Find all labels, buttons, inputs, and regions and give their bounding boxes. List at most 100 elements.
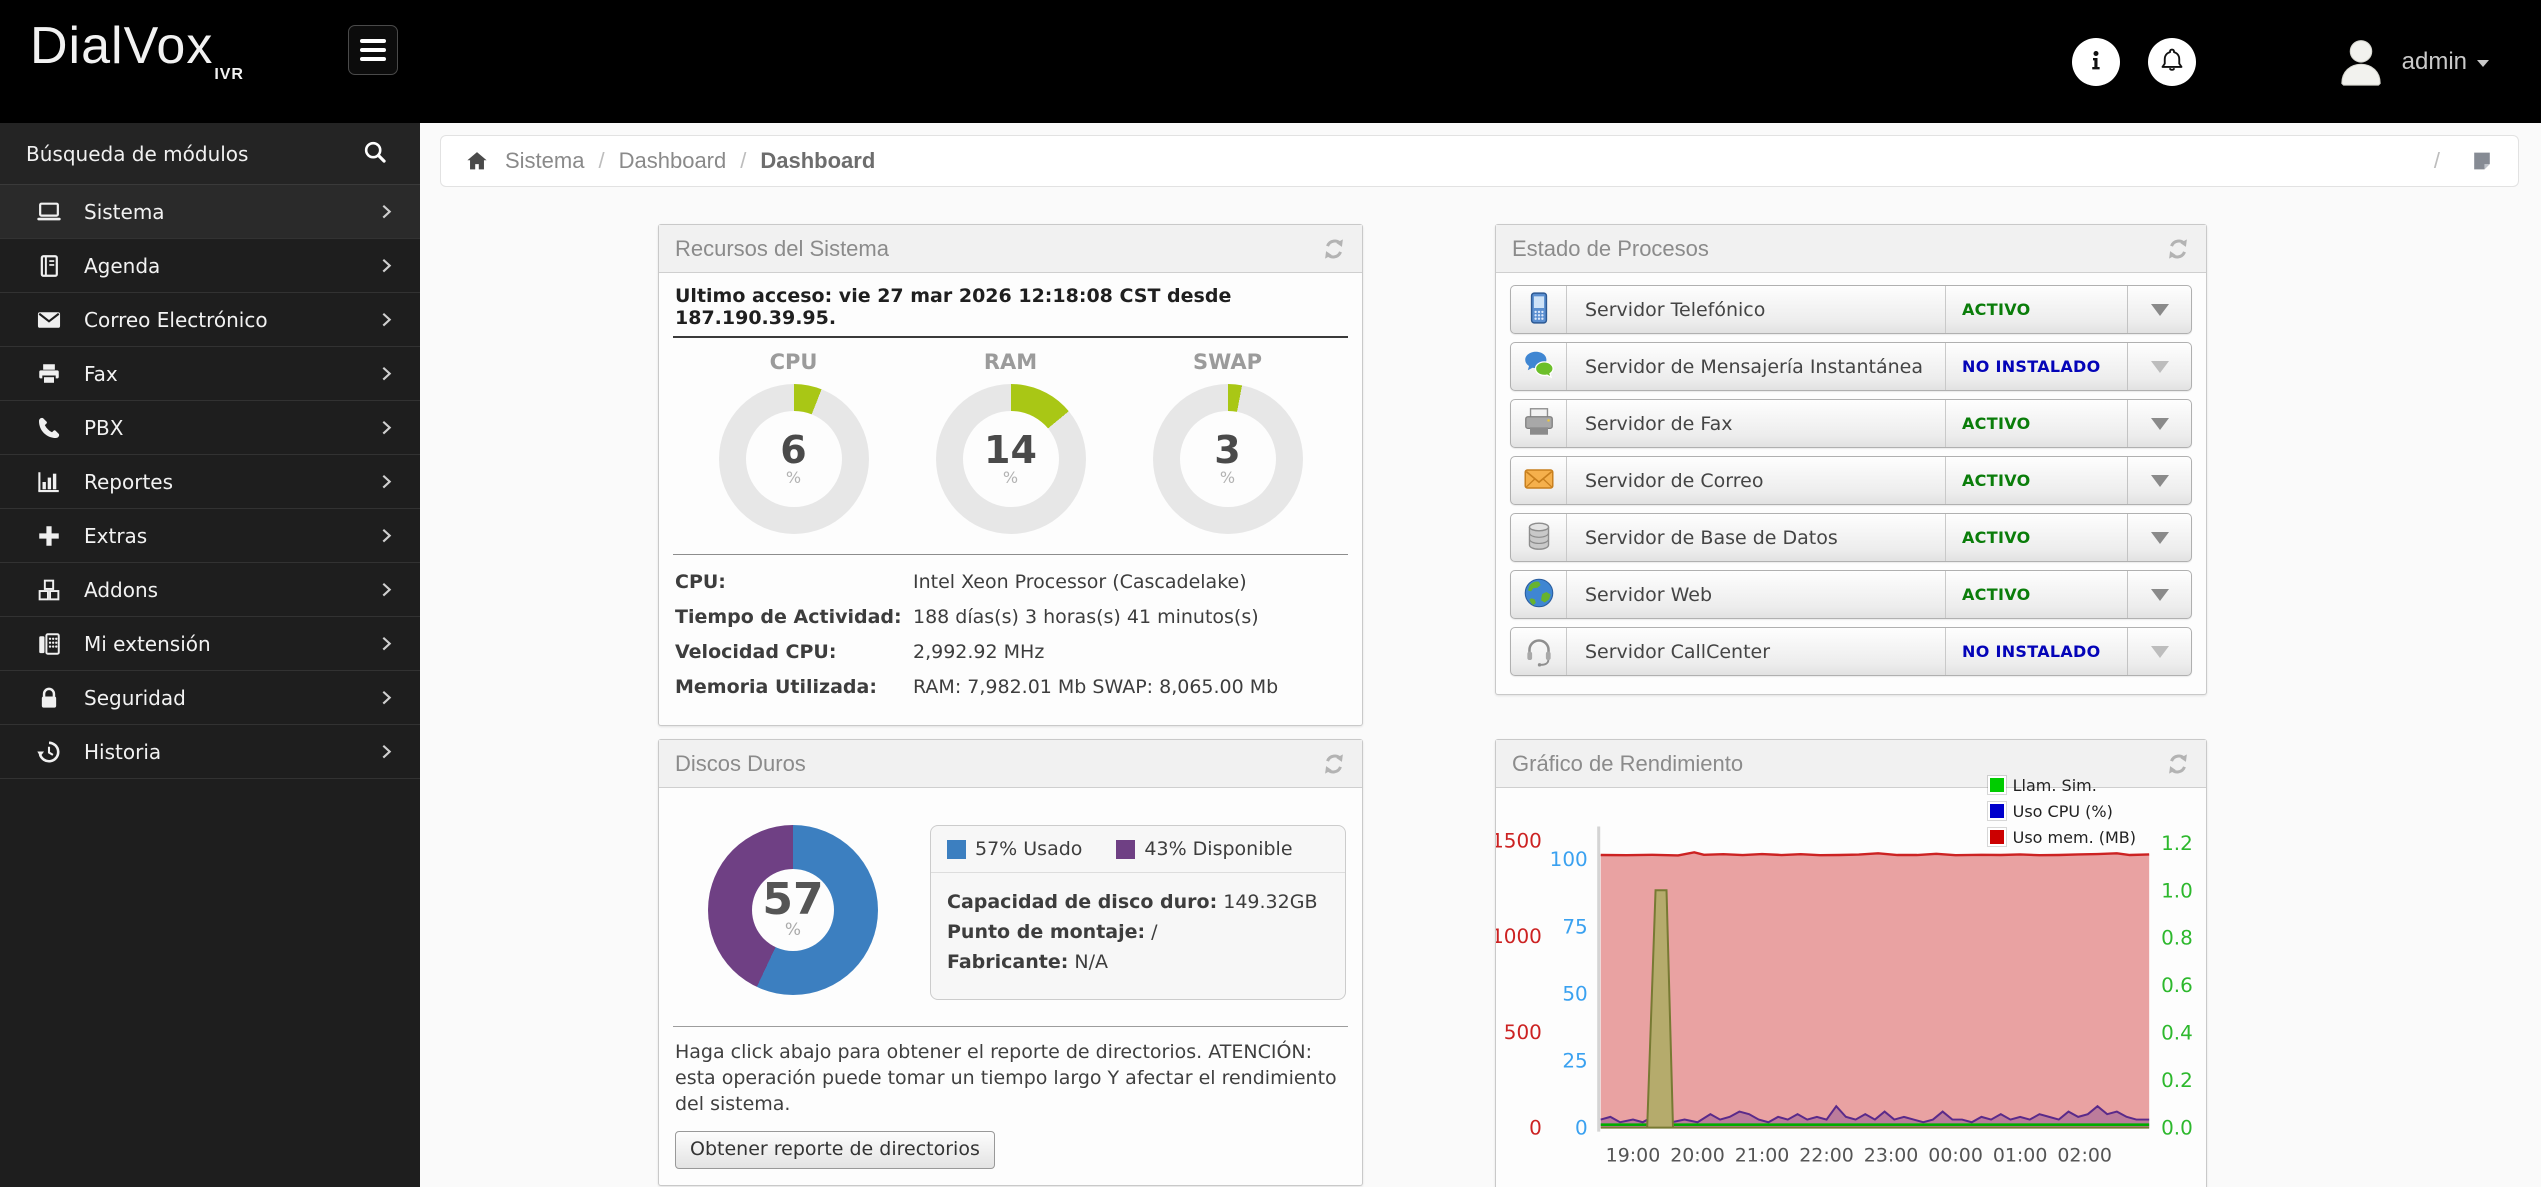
process-dropdown-button[interactable] <box>2127 514 2191 561</box>
sidebar-item-addons[interactable]: Addons <box>0 563 420 617</box>
panel-recursos-del-sistema: Recursos del Sistema Ultimo acceso: vie … <box>658 224 1363 726</box>
process-row: Servidor de CorreoACTIVO <box>1510 456 2192 505</box>
sidebar-item-extras[interactable]: Extras <box>0 509 420 563</box>
disk-legend-item: 43% Disponible <box>1116 838 1292 860</box>
disk-detail-label: Punto de montaje: <box>947 921 1145 943</box>
system-info-row: CPU:Intel Xeon Processor (Cascadelake) <box>675 571 1346 593</box>
process-name: Servidor de Base de Datos <box>1567 514 1945 561</box>
refresh-icon[interactable] <box>2166 237 2190 261</box>
sidebar-item-agenda[interactable]: Agenda <box>0 239 420 293</box>
panel-title: Recursos del Sistema <box>675 236 889 262</box>
get-directory-report-button[interactable]: Obtener reporte de directorios <box>675 1131 995 1169</box>
sidebar-item-sistema[interactable]: Sistema <box>0 185 420 239</box>
process-row: Servidor TelefónicoACTIVO <box>1510 285 2192 334</box>
headset-icon <box>1521 632 1557 672</box>
svg-text:50: 50 <box>1562 981 1587 1005</box>
svg-text:00:00: 00:00 <box>1928 1145 1983 1167</box>
sidebar-item-reportes[interactable]: Reportes <box>0 455 420 509</box>
breadcrumb-item[interactable]: Dashboard <box>619 148 727 174</box>
system-info-row: Velocidad CPU:2,992.92 MHz <box>675 641 1346 663</box>
user-name: admin <box>2402 48 2467 76</box>
process-status: ACTIVO <box>1945 514 2127 561</box>
svg-text:0.2: 0.2 <box>2161 1068 2193 1092</box>
panel-grafico-de-rendimiento: Gráfico de Rendimiento 05001000150002550… <box>1495 739 2207 1187</box>
system-info-row: Tiempo de Actividad:188 días(s) 3 horas(… <box>675 606 1346 628</box>
legend-label: 57% Usado <box>975 838 1082 860</box>
chevron-right-icon <box>379 418 394 438</box>
info-value: RAM: 7,982.01 Mb SWAP: 8,065.00 Mb <box>913 676 1278 698</box>
sidebar-item-label: Correo Electrónico <box>84 308 379 332</box>
home-icon[interactable] <box>465 149 489 173</box>
process-status: ACTIVO <box>1945 286 2127 333</box>
sidebar-item-pbx[interactable]: PBX <box>0 401 420 455</box>
svg-text:22:00: 22:00 <box>1799 1145 1854 1167</box>
process-dropdown-button[interactable] <box>2127 628 2191 675</box>
process-status: NO INSTALADO <box>1945 343 2127 390</box>
process-dropdown-button[interactable] <box>2127 457 2191 504</box>
chart-legend: Llam. Sim.Uso CPU (%)Uso mem. (MB) <box>1988 772 2136 850</box>
chevron-down-icon <box>2151 361 2169 373</box>
printer-icon <box>36 361 62 387</box>
process-dropdown-button[interactable] <box>2127 286 2191 333</box>
legend-label: 43% Disponible <box>1144 838 1292 860</box>
gauge-unit: % <box>1003 468 1018 487</box>
chevron-right-icon <box>379 472 394 492</box>
gauge-donut: 14% <box>936 384 1086 534</box>
disk-warning-text: Haga click abajo para obtener el reporte… <box>659 1027 1362 1117</box>
panel-title: Gráfico de Rendimiento <box>1512 751 1743 777</box>
sidebar-item-historia[interactable]: Historia <box>0 725 420 779</box>
chat-bubbles-icon <box>1521 347 1557 387</box>
history-icon <box>36 739 62 765</box>
process-row: Servidor de Mensajería InstantáneaNO INS… <box>1510 342 2192 391</box>
sidebar-menu: SistemaAgenda Correo Electrónico Fax PBX Rep… <box>0 185 420 779</box>
sidebar-toggle-button[interactable] <box>348 25 398 75</box>
top-bar: DialVoxIVR admin <box>0 0 2541 123</box>
svg-text:23:00: 23:00 <box>1864 1145 1919 1167</box>
mail-server-icon <box>1521 461 1557 501</box>
gauge-unit: % <box>786 468 801 487</box>
disk-detail-line: Fabricante: N/A <box>947 947 1329 977</box>
disk-detail-line: Punto de montaje: / <box>947 917 1329 947</box>
resource-gauges: CPU6%RAM14%SWAP3% <box>659 338 1362 538</box>
gauge-label: SWAP <box>1148 350 1308 374</box>
chevron-right-icon <box>379 202 394 222</box>
notifications-button[interactable] <box>2148 38 2196 86</box>
chevron-down-icon <box>2151 304 2169 316</box>
chevron-down-icon <box>2151 646 2169 658</box>
sidebar-item-correo-electr-nico[interactable]: Correo Electrónico <box>0 293 420 347</box>
refresh-icon[interactable] <box>1322 237 1346 261</box>
module-search[interactable]: Búsqueda de módulos <box>0 123 420 185</box>
svg-text:01:00: 01:00 <box>1993 1145 2048 1167</box>
svg-text:0.8: 0.8 <box>2161 926 2193 950</box>
sidebar-item-mi-extensi-n[interactable]: Mi extensión <box>0 617 420 671</box>
process-dropdown-button[interactable] <box>2127 343 2191 390</box>
refresh-icon[interactable] <box>1322 752 1346 776</box>
chevron-right-icon <box>379 688 394 708</box>
svg-text:25: 25 <box>1562 1049 1587 1073</box>
sidebar: Búsqueda de módulos SistemaAgenda Correo … <box>0 123 420 1187</box>
info-label: Memoria Utilizada: <box>675 676 913 698</box>
svg-text:19:00: 19:00 <box>1606 1145 1661 1167</box>
process-row: Servidor de Base de DatosACTIVO <box>1510 513 2192 562</box>
process-dropdown-button[interactable] <box>2127 571 2191 618</box>
svg-text:1.0: 1.0 <box>2161 878 2193 902</box>
disk-detail-label: Capacidad de disco duro: <box>947 891 1217 913</box>
gauge-hole: 3% <box>1180 411 1276 507</box>
chevron-right-icon <box>379 742 394 762</box>
process-dropdown-button[interactable] <box>2127 400 2191 447</box>
note-icon[interactable] <box>2470 149 2494 173</box>
sidebar-item-seguridad[interactable]: Seguridad <box>0 671 420 725</box>
desk-phone-icon <box>36 631 62 657</box>
sidebar-item-fax[interactable]: Fax <box>0 347 420 401</box>
user-avatar[interactable] <box>2334 34 2388 90</box>
refresh-icon[interactable] <box>2166 752 2190 776</box>
breadcrumb-item[interactable]: Sistema <box>505 148 584 174</box>
info-button[interactable] <box>2072 38 2120 86</box>
panel-title: Estado de Procesos <box>1512 236 1709 262</box>
sidebar-item-label: PBX <box>84 416 379 440</box>
disk-detail-value: 149.32GB <box>1223 891 1317 913</box>
laptop-icon <box>36 199 62 225</box>
user-menu[interactable]: admin <box>2402 48 2489 76</box>
legend-label: Llam. Sim. <box>2013 776 2097 795</box>
disk-usage-unit: % <box>785 920 801 940</box>
